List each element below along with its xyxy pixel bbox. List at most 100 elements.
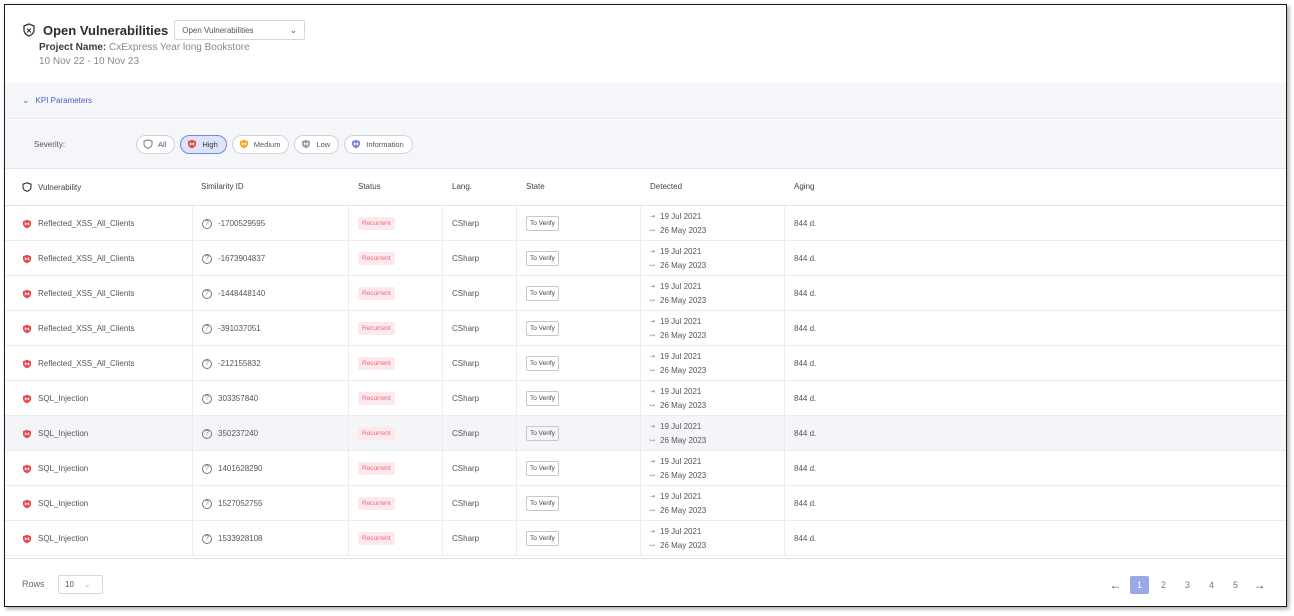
state-dropdown[interactable]: To Verify <box>526 496 559 511</box>
vulnerability-name[interactable]: SQL_Injection <box>38 534 88 543</box>
state-dropdown[interactable]: To Verify <box>526 391 559 406</box>
next-page-arrow-icon[interactable]: → <box>1250 576 1269 594</box>
table-header: Vulnerability Similarity ID Status Lang.… <box>5 170 1286 206</box>
last-detected-date: 26 May 2023 <box>660 435 707 445</box>
state-dropdown[interactable]: To Verify <box>526 216 559 231</box>
similarity-id-value: -212155832 <box>218 359 261 368</box>
first-detected-date: 19 Jul 2021 <box>660 246 702 256</box>
table-row[interactable]: SQL_Injection? 1533928108 Recurrent CSharp T… <box>5 521 1286 556</box>
table-row[interactable]: SQL_Injection? 303357840 Recurrent CSharp To… <box>5 381 1286 416</box>
severity-chip-high[interactable]: High <box>180 134 227 154</box>
column-status[interactable]: Status <box>358 182 381 191</box>
report-type-select[interactable]: Open Vulnerabilities ⌄ <box>174 20 306 40</box>
page-2-button[interactable]: 2 <box>1154 576 1173 594</box>
status-cell: Recurrent <box>348 346 442 381</box>
vulnerability-name[interactable]: Reflected_XSS_All_Clients <box>38 219 135 228</box>
first-detected: ⇥ 19 Jul 2021 <box>650 490 701 504</box>
last-detected-icon: ↦ <box>650 332 656 339</box>
vulnerability-name[interactable]: SQL_Injection <box>38 429 88 438</box>
last-detected: ↦ 26 May 2023 <box>650 329 706 343</box>
column-detected[interactable]: Detected <box>650 182 682 191</box>
first-detected-date: 19 Jul 2021 <box>660 526 702 536</box>
similarity-id-value: 303357840 <box>218 394 259 403</box>
column-lang[interactable]: Lang. <box>452 182 472 191</box>
table-row[interactable]: Reflected_XSS_All_Clients? -1700529595 Rec… <box>5 206 1286 241</box>
question-icon[interactable]: ? <box>202 358 212 369</box>
question-icon[interactable]: ? <box>202 393 212 404</box>
severity-chip-all[interactable]: All <box>136 134 176 154</box>
vulnerability-name[interactable]: Reflected_XSS_All_Clients <box>38 324 135 333</box>
question-icon[interactable]: ? <box>202 463 212 474</box>
detected-cell: ⇥ 19 Jul 2021 ↦ 26 May 2023 <box>640 521 784 556</box>
status-badge: Recurrent <box>358 252 395 265</box>
aging-cell: 844 d. <box>784 486 904 521</box>
column-state[interactable]: State <box>526 182 545 191</box>
table-row[interactable]: SQL_Injection? 350237240 Recurrent CSharp To… <box>5 416 1286 451</box>
page-3-button[interactable]: 3 <box>1178 576 1197 594</box>
vulnerability-name[interactable]: SQL_Injection <box>38 464 88 473</box>
vulnerability-name[interactable]: Reflected_XSS_All_Clients <box>38 359 135 368</box>
question-icon[interactable]: ? <box>202 253 212 264</box>
state-cell: To Verify <box>516 241 640 276</box>
question-icon[interactable]: ? <box>202 533 212 544</box>
lang-cell: CSharp <box>442 311 516 346</box>
vulnerability-name[interactable]: SQL_Injection <box>38 499 88 508</box>
table-row[interactable]: SQL_Injection? 1401628290 Recurrent CSharp T… <box>5 451 1286 486</box>
table-row[interactable]: Reflected_XSS_All_Clients? -391037051 Recu… <box>5 311 1286 346</box>
vulnerabilities-panel: × Open Vulnerabilities Open Vulnerabilit… <box>4 4 1287 607</box>
column-similarity-id[interactable]: Similarity ID <box>201 182 244 191</box>
question-icon[interactable]: ? <box>202 428 212 439</box>
severity-chips: All High Medium Low Information <box>136 134 418 154</box>
table-footer: Rows 10 ⌄ ← 1 2 3 4 5 → <box>5 558 1286 606</box>
similarity-id-value: 1527052755 <box>218 499 263 508</box>
last-detected-date: 26 May 2023 <box>660 365 707 375</box>
state-dropdown[interactable]: To Verify <box>526 251 559 266</box>
page-title: Open Vulnerabilities <box>43 22 169 38</box>
state-dropdown[interactable]: To Verify <box>526 356 559 371</box>
shield-outline-icon <box>143 139 153 149</box>
page-5-button[interactable]: 5 <box>1226 576 1245 594</box>
state-dropdown[interactable]: To Verify <box>526 321 559 336</box>
vulnerability-cell: SQL_Injection <box>22 521 192 556</box>
last-detected-icon: ↦ <box>650 542 656 549</box>
similarity-id-value: -1700529595 <box>218 219 266 228</box>
column-aging[interactable]: Aging <box>794 182 814 191</box>
shield-high-icon <box>23 464 31 473</box>
page-4-button[interactable]: 4 <box>1202 576 1221 594</box>
status-badge: Recurrent <box>358 287 395 300</box>
first-detected-icon: ⇥ <box>650 388 656 395</box>
state-cell: To Verify <box>516 416 640 451</box>
rows-per-page-select[interactable]: 10 ⌄ <box>58 575 103 594</box>
similarity-id-value: -391037051 <box>218 324 261 333</box>
kpi-parameters-toggle[interactable]: ⌄ KPI Parameters <box>5 83 1286 119</box>
severity-filter: Severity: All High Medium Low Information <box>5 120 1286 169</box>
column-vulnerability[interactable]: Vulnerability <box>22 182 81 192</box>
aging-cell: 844 d. <box>784 276 904 311</box>
page-1-button[interactable]: 1 <box>1130 576 1149 594</box>
table-row[interactable]: Reflected_XSS_All_Clients? -1673904837 Rec… <box>5 241 1286 276</box>
aging-cell: 844 d. <box>784 206 904 241</box>
panel-header: Open Vulnerabilities Open Vulnerabilitie… <box>5 5 1286 83</box>
state-dropdown[interactable]: To Verify <box>526 531 559 546</box>
state-dropdown[interactable]: To Verify <box>526 286 559 301</box>
vulnerability-name[interactable]: Reflected_XSS_All_Clients <box>38 289 135 298</box>
state-dropdown[interactable]: To Verify <box>526 426 559 441</box>
prev-page-arrow-icon[interactable]: ← <box>1106 576 1125 594</box>
question-icon[interactable]: ? <box>202 498 212 509</box>
table-row[interactable]: SQL_Injection? 1527052755 Recurrent CSharp T… <box>5 486 1286 521</box>
severity-chip-low[interactable]: Low <box>294 134 340 154</box>
shield-info-icon <box>352 139 361 149</box>
question-icon[interactable]: ? <box>202 323 212 334</box>
last-detected-icon: ↦ <box>650 297 656 304</box>
vulnerability-name[interactable]: Reflected_XSS_All_Clients <box>38 254 135 263</box>
detected-cell: ⇥ 19 Jul 2021 ↦ 26 May 2023 <box>640 486 784 521</box>
question-icon[interactable]: ? <box>202 288 212 299</box>
state-dropdown[interactable]: To Verify <box>526 461 559 476</box>
table-row[interactable]: Reflected_XSS_All_Clients? -1448448140 Rec… <box>5 276 1286 311</box>
vulnerability-name[interactable]: SQL_Injection <box>38 394 88 403</box>
question-icon[interactable]: ? <box>202 218 212 229</box>
state-cell: To Verify <box>516 486 640 521</box>
table-row[interactable]: Reflected_XSS_All_Clients? -212155832 Recu… <box>5 346 1286 381</box>
severity-chip-information[interactable]: Information <box>344 134 413 154</box>
severity-chip-medium[interactable]: Medium <box>231 134 290 154</box>
